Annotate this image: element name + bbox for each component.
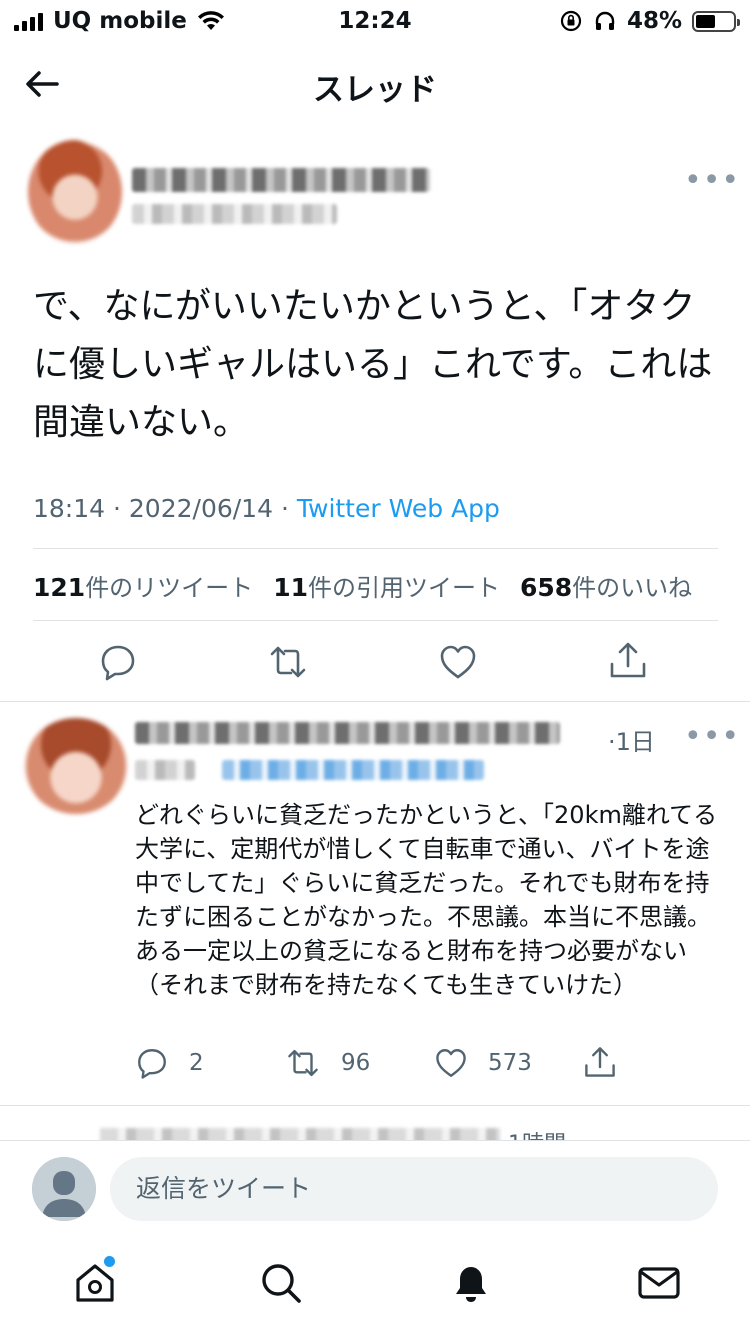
reply-more-options-icon[interactable]: ••• [684,722,740,752]
reply-mention-redacted[interactable] [222,760,484,780]
reply-input[interactable]: 返信をツイート [110,1157,718,1221]
reply-author-prefix-redacted [135,760,195,780]
status-right: 48% [559,8,740,34]
retweets-stat[interactable]: 121件のリツイート [33,568,253,603]
tweet-actions [0,638,750,688]
reply-author-name-redacted[interactable] [135,722,560,744]
default-avatar-icon [32,1157,96,1221]
divider [33,620,718,621]
reply-icon [138,1049,166,1079]
divider [33,548,718,549]
retweets-label: 件のリツイート [85,574,254,602]
more-options-icon[interactable]: ••• [684,166,740,196]
user-avatar[interactable] [32,1157,96,1221]
author-avatar[interactable] [28,140,122,244]
messages-envelope-icon[interactable] [636,1260,682,1306]
tweet-date: 2022/06/14 [128,494,273,523]
divider [0,701,750,702]
retweet-icon[interactable] [268,642,308,682]
reply-like-button[interactable]: 573 [434,1046,532,1080]
page-title: スレッド [313,72,437,108]
quotes-label: 件の引用ツイート [307,574,500,602]
reply-share-button[interactable] [583,1044,617,1080]
source-app-link[interactable]: Twitter Web App [297,494,500,523]
search-icon[interactable] [258,1260,304,1306]
like-icon[interactable] [438,642,478,682]
tweet-time: 18:14 [33,494,106,523]
reply-author-avatar[interactable] [24,718,128,814]
reply-icon[interactable] [98,642,138,682]
share-icon [585,1047,615,1077]
navigation-header: スレッド [0,44,750,124]
reply-reply-button[interactable]: 2 [135,1046,204,1080]
notifications-bell-icon[interactable] [448,1260,494,1306]
divider [0,1105,750,1106]
quotes-count: 11 [273,573,308,602]
quotes-stat[interactable]: 11件の引用ツイート [273,568,500,603]
home-icon[interactable] [72,1260,118,1306]
tab-bar [0,1238,750,1334]
like-count: 573 [488,1050,532,1076]
orientation-lock-icon [560,10,582,32]
status-bar: UQ mobile 12:24 48% [0,0,750,40]
reply-text: どれぐらいに貧乏だったかというと、「20km離れてる大学に、定期代が惜しくて自転… [135,801,718,999]
retweet-count: 96 [341,1050,371,1076]
reply-retweet-button[interactable]: 96 [285,1046,370,1080]
meta-separator: · [113,494,121,523]
retweet-icon [288,1049,318,1077]
likes-stat[interactable]: 658件のいいね [520,568,692,603]
reply-actions: 2 96 573 [0,1044,750,1088]
like-icon [436,1049,466,1077]
reply-count: 2 [189,1050,204,1076]
share-icon[interactable] [608,640,648,680]
tweet-meta: 18:14 · 2022/06/14 · Twitter Web App [33,494,500,523]
compose-bar: 返信をツイート [0,1140,750,1238]
author-name-redacted[interactable] [132,168,430,192]
tweet-text: で、なにがいいたいかというと、「オタクに優しいギャルはいる」これです。これは間違… [33,286,713,443]
author-handle-redacted [132,204,337,224]
reply-time: ·1日 [608,728,655,756]
next-reply-time: 1時間 [508,1126,566,1140]
likes-count: 658 [519,573,573,602]
tweet-stats: 121件のリツイート 11件の引用ツイート 658件のいいね [33,568,692,603]
battery-percent: 48% [626,8,682,34]
meta-separator: · [280,494,289,523]
home-notification-dot [104,1256,115,1267]
battery-icon [692,10,740,32]
likes-label: 件のいいね [572,574,693,602]
retweets-count: 121 [33,573,86,602]
headphones-icon [595,11,615,30]
